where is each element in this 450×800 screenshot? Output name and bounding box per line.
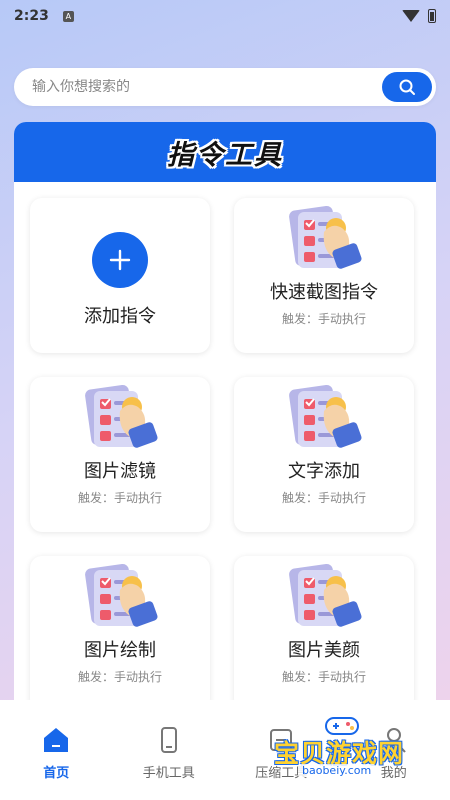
command-card-add-text[interactable]: 文字添加 触发：手动执行 [234, 377, 414, 532]
nav-home[interactable]: 首页 [0, 700, 113, 800]
search-input[interactable] [32, 79, 382, 95]
phone-icon [154, 726, 184, 754]
status-time: 2:23 [14, 8, 49, 24]
command-card-image-filter[interactable]: 图片滤镜 触发：手动执行 [30, 377, 210, 532]
checklist-illustration-icon [80, 560, 160, 632]
command-name: 图片美颜 [288, 640, 360, 661]
compress-icon [266, 726, 296, 754]
command-card-image-beauty[interactable]: 图片美颜 触发：手动执行 [234, 556, 414, 711]
status-indicators [402, 9, 436, 23]
command-name: 图片滤镜 [84, 461, 156, 482]
nav-compress-tools[interactable]: 压缩工具 [225, 700, 338, 800]
add-command-label: 添加指令 [84, 306, 156, 327]
app-notification-icon: A [62, 10, 74, 22]
nav-mine[interactable]: 我的 [338, 700, 450, 800]
nav-compress-tools-label: 压缩工具 [255, 766, 308, 781]
command-grid: 添加指令 快速截图指令 触发：手动执行 图片滤镜 触发：手动执行 文字添加 触发… [30, 198, 416, 711]
nav-home-label: 首页 [43, 766, 70, 781]
command-name: 文字添加 [288, 461, 360, 482]
command-trigger: 触发：手动执行 [281, 312, 366, 326]
plus-icon [92, 232, 148, 288]
checklist-illustration-icon [284, 381, 364, 453]
command-name: 图片绘制 [84, 640, 156, 661]
command-card-quick-screenshot[interactable]: 快速截图指令 触发：手动执行 [234, 198, 414, 353]
user-icon [379, 726, 409, 754]
command-trigger: 触发：手动执行 [281, 670, 366, 684]
add-command-card[interactable]: 添加指令 [30, 198, 210, 353]
nav-mine-label: 我的 [380, 766, 407, 781]
checklist-illustration-icon [284, 560, 364, 632]
status-bar: 2:23 A [0, 0, 450, 32]
panel-header: 指令工具 [14, 122, 436, 182]
search-bar [14, 68, 436, 106]
command-name: 快速截图指令 [270, 282, 378, 303]
command-trigger: 触发：手动执行 [77, 670, 162, 684]
home-icon [41, 726, 71, 754]
command-trigger: 触发：手动执行 [281, 491, 366, 505]
command-tools-panel: 指令工具 添加指令 快速截图指令 触发：手动执行 图片滤镜 触发：手动执行 文字… [14, 122, 436, 712]
checklist-illustration-icon [80, 381, 160, 453]
battery-icon [428, 9, 436, 23]
nav-phone-tools-label: 手机工具 [142, 766, 195, 781]
panel-title: 指令工具 [167, 139, 283, 171]
wifi-icon [402, 10, 420, 22]
command-trigger: 触发：手动执行 [77, 491, 162, 505]
search-icon [399, 79, 415, 95]
search-button[interactable] [382, 72, 432, 102]
command-card-image-draw[interactable]: 图片绘制 触发：手动执行 [30, 556, 210, 711]
checklist-illustration-icon [284, 202, 364, 274]
bottom-nav: 首页 手机工具 压缩工具 我的 [0, 700, 450, 800]
nav-phone-tools[interactable]: 手机工具 [113, 700, 226, 800]
